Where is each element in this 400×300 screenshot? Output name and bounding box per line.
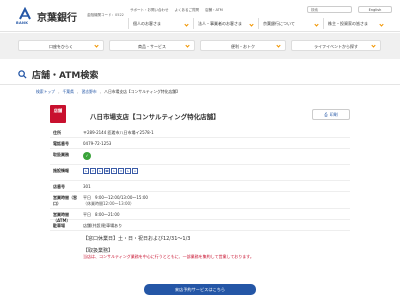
facility-icon: P — [90, 168, 96, 174]
row-label: 住所 — [53, 130, 61, 135]
branch-name: 八日市場支店【コンサルティング特化店舗】 — [90, 113, 220, 121]
logo-english: BANK — [16, 21, 29, 25]
bank-logo-icon[interactable] — [18, 7, 32, 21]
holiday-note: 【窓口休業日】土・日・祝日および12/31～1/3 — [83, 236, 191, 242]
notes-title: 【取扱業務】 — [83, 248, 114, 254]
table-row: 店番号 301 — [50, 181, 350, 192]
facility-icon: ✉ — [118, 168, 124, 174]
nav-life-events[interactable]: ライフイベントから探す — [291, 40, 381, 51]
breadcrumb-current: 八日市場支店【コンサルティング特化店舗】 — [104, 89, 180, 94]
tab-personal[interactable]: 個人のお客さま — [128, 18, 193, 29]
breadcrumb-city[interactable]: 習志野市 — [81, 89, 96, 95]
site-search-input[interactable]: 検索 — [307, 6, 352, 13]
print-label: 印刷 — [329, 111, 338, 117]
service-available-icon: ✓ — [83, 152, 91, 160]
branch-atm-link[interactable]: 店舗・ATM — [205, 8, 223, 13]
atm-hours-value: 平日 8:00～21:00 — [83, 212, 120, 217]
facility-icon: ♿ — [83, 168, 89, 174]
divider — [0, 84, 400, 85]
breadcrumb-prefecture[interactable]: 千葉県 — [63, 89, 74, 95]
table-row: 駐車場 店舗(共設)駐車場あり — [50, 220, 350, 231]
row-label: 店番号 — [53, 184, 65, 189]
nav-products[interactable]: 商品・サービス — [109, 40, 195, 51]
bank-code: 金融機関コード：0522 — [87, 13, 124, 17]
chevron-right-icon: › — [76, 89, 79, 95]
counter-break: （休業時間12:00～13:00） — [83, 201, 135, 206]
site-header: BANK 京葉銀行 金融機関コード：0522 サポート・お問い合わせ よくあるご… — [0, 0, 400, 32]
language-button[interactable]: English — [358, 6, 392, 13]
reservation-button[interactable]: 来店予約サービスはこちら — [144, 284, 256, 295]
faq-link[interactable]: よくあるご質問 — [175, 8, 200, 13]
services-value: ✓ — [80, 149, 350, 164]
counter-hours-value: 平日 9:00～12:00/13:00～15:00 （休業時間12:00～13:… — [80, 192, 350, 208]
utility-links: サポート・お問い合わせ よくあるご質問 店舗・ATM — [130, 8, 223, 13]
page-title: 店舗・ATM検索 — [18, 68, 98, 81]
shop-badge: 店舗 — [50, 105, 66, 123]
notes-text: 当店は、コンサルティング業務を中心に行うとともに、一部業務を集約して営業しており… — [83, 254, 254, 259]
row-label: 営業時間（窓口） — [53, 195, 77, 206]
branch-number-value: 301 — [83, 184, 91, 189]
nav-open-account[interactable]: 口座をひらく — [18, 40, 104, 51]
table-row: 取扱業務 ✓ — [50, 149, 350, 165]
table-row: 営業時間（窓口） 平日 9:00～12:00/13:00～15:00 （休業時間… — [50, 192, 350, 209]
search-icon — [18, 70, 27, 79]
tab-investors[interactable]: 株主・投資家の皆さま — [323, 18, 388, 29]
print-button[interactable]: ⎙ 印刷 — [312, 109, 350, 120]
row-label: 電話番号 — [53, 141, 69, 146]
row-label: 駐車場 — [53, 223, 65, 228]
counter-hours: 平日 9:00～12:00/13:00～15:00 — [83, 195, 148, 200]
table-row: 施設情報 ♿ P ♿ ☎ ♿ ✉ ♿ ⌂ — [50, 165, 350, 181]
audience-tabs: 個人のお客さま 法人・事業者のお客さま 京葉銀行について 株主・投資家の皆さま — [128, 18, 388, 29]
table-row: 営業時間（ATM） 平日 8:00～21:00 — [50, 209, 350, 223]
notes: 【窓口休業日】土・日・祝日および12/31～1/3 【取扱業務】 当店は、コンサ… — [50, 231, 350, 260]
tab-about[interactable]: 京葉銀行について — [258, 18, 323, 29]
row-label: 営業時間（ATM） — [53, 212, 71, 223]
branch-info-table: 住所 〒289-2144 匝瑳市八日市場イ2578-1 電話番号 0479-72… — [50, 127, 350, 260]
address-value: 〒289-2144 匝瑳市八日市場イ2578-1 — [83, 130, 154, 135]
table-row: 住所 〒289-2144 匝瑳市八日市場イ2578-1 — [50, 127, 350, 138]
support-link[interactable]: サポート・お問い合わせ — [130, 8, 169, 13]
facility-icon: ☎ — [104, 168, 110, 174]
phone-value[interactable]: 0479-72-1253 — [80, 138, 350, 148]
row-label: 施設情報 — [53, 168, 69, 173]
nav-benefits[interactable]: 便利・おトク — [200, 40, 286, 51]
table-row: 電話番号 0479-72-1253 — [50, 138, 350, 149]
facility-icon: ⌂ — [132, 168, 138, 174]
facility-icon: ♿ — [125, 168, 131, 174]
breadcrumb-top[interactable]: 検索トップ — [36, 89, 55, 95]
logo-japanese[interactable]: 京葉銀行 — [37, 9, 77, 24]
main-nav: 口座をひらく 商品・サービス 便利・おトク ライフイベントから探す — [0, 33, 400, 59]
facility-icon: ♿ — [97, 168, 103, 174]
page-title-text: 店舗・ATM検索 — [32, 71, 99, 81]
parking-value: 店舗(共設)駐車場あり — [83, 223, 123, 228]
printer-icon: ⎙ — [324, 112, 328, 117]
row-label: 取扱業務 — [53, 152, 69, 157]
facility-icon: ♿ — [111, 168, 117, 174]
chevron-right-icon: › — [99, 89, 102, 95]
breadcrumb: 検索トップ › 千葉県 › 習志野市 › 八日市場支店【コンサルティング特化店舗… — [36, 89, 180, 95]
chevron-right-icon: › — [57, 89, 60, 95]
facility-icons: ♿ P ♿ ☎ ♿ ✉ ♿ ⌂ — [80, 165, 350, 180]
tab-corporate[interactable]: 法人・事業者のお客さま — [193, 18, 258, 29]
